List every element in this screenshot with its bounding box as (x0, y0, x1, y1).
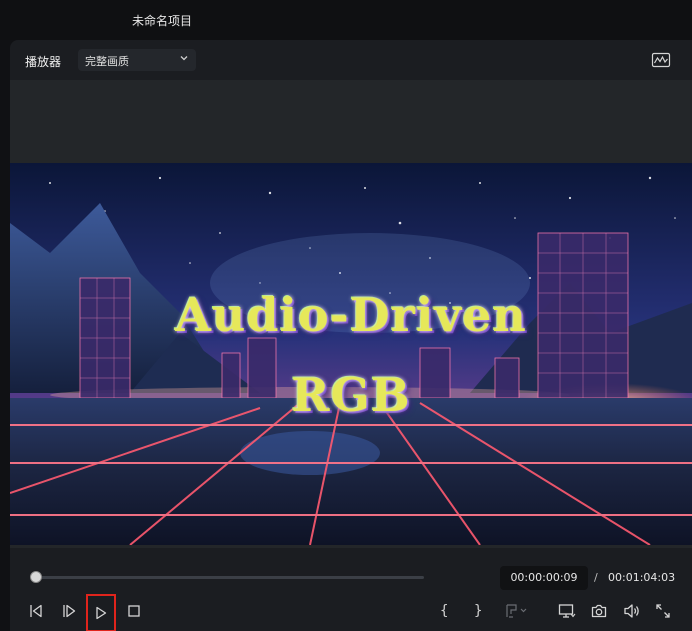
quality-value: 完整画质 (85, 55, 129, 68)
fullscreen-button[interactable] (649, 596, 677, 626)
total-time: 00:01:04:03 (608, 571, 676, 584)
title-bar: 未命名项目 (0, 0, 692, 40)
display-button[interactable] (552, 596, 580, 626)
stop-button[interactable] (120, 596, 148, 626)
preview-area: Audio-Driven RGB (10, 80, 692, 548)
fullscreen-icon (656, 604, 670, 618)
prev-frame-icon (30, 604, 42, 618)
progress-slider[interactable] (29, 571, 424, 583)
chevron-down-icon (180, 56, 188, 61)
mark-out-button[interactable]: } (474, 603, 482, 619)
marker-button[interactable] (498, 596, 527, 626)
playback-controls: 00:00:00:09 / 00:01:04:03 { } (10, 548, 692, 631)
play-icon (96, 606, 107, 620)
quality-dropdown[interactable]: 完整画质 (78, 49, 196, 71)
volume-icon (624, 604, 639, 618)
player-panel: 播放器 完整画质 Audio-Driven RGB 00:00:00:09 / … (10, 40, 692, 631)
current-time[interactable]: 00:00:00:09 (500, 566, 588, 590)
waveform-scope-icon[interactable] (651, 51, 671, 69)
next-frame-icon (63, 604, 76, 618)
video-title-line-2: RGB (291, 368, 411, 422)
prev-frame-button[interactable] (22, 596, 50, 626)
player-header: 播放器 完整画质 (10, 40, 692, 80)
mark-in-button[interactable]: { (440, 603, 448, 619)
progress-knob[interactable] (29, 571, 42, 583)
display-monitor-icon (558, 604, 576, 618)
volume-button[interactable] (617, 596, 645, 626)
snapshot-button[interactable] (585, 596, 613, 626)
play-button[interactable] (86, 594, 116, 631)
player-label: 播放器 (25, 55, 62, 69)
stop-icon (128, 605, 140, 617)
video-frame[interactable]: Audio-Driven RGB (10, 163, 692, 545)
camera-icon (591, 604, 607, 618)
marker-icon (506, 604, 527, 618)
synthwave-scene (10, 163, 692, 545)
project-title: 未命名项目 (132, 14, 193, 28)
time-separator: / (594, 571, 598, 584)
next-frame-button[interactable] (55, 596, 83, 626)
video-title-line-1: Audio-Driven (175, 288, 527, 342)
